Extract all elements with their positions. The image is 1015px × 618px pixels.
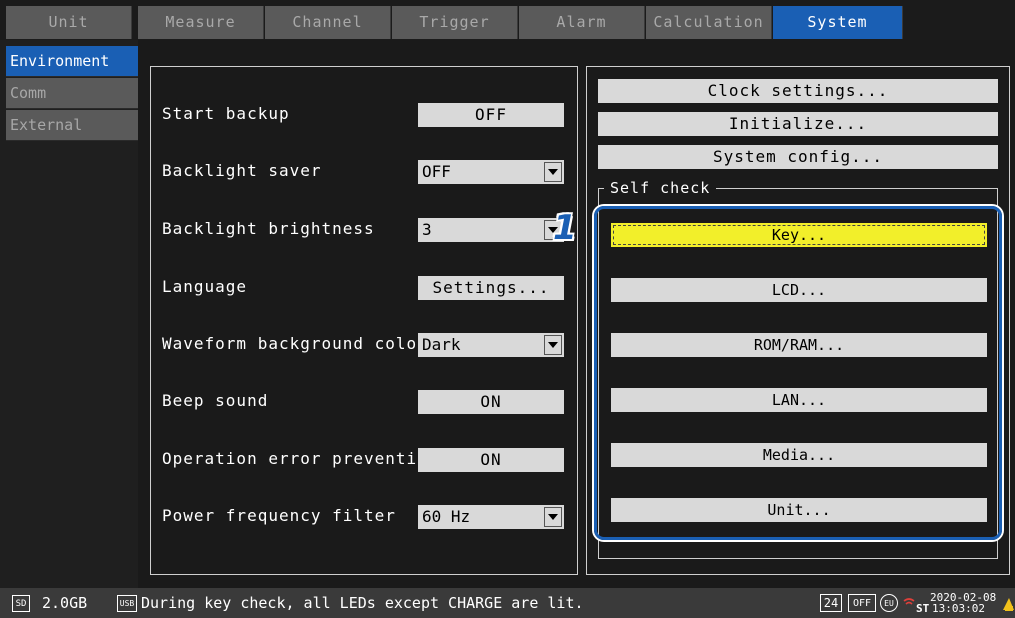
waveform-bg-label: Waveform background color	[162, 334, 428, 353]
operation-error-label: Operation error prevention	[162, 449, 439, 468]
tab-calculation[interactable]: Calculation	[646, 6, 772, 39]
power-filter-label: Power frequency filter	[162, 506, 396, 525]
battery-icon	[1001, 596, 1015, 612]
environment-settings-panel	[150, 66, 578, 575]
eu-badge-icon: EU	[880, 594, 898, 612]
self-check-lcd-button[interactable]: LCD...	[611, 278, 987, 302]
self-check-media-button[interactable]: Media...	[611, 443, 987, 467]
beep-sound-button[interactable]: ON	[418, 390, 564, 414]
system-config-button[interactable]: System config...	[598, 145, 998, 169]
self-check-unit-button[interactable]: Unit...	[611, 498, 987, 522]
status-message: During key check, all LEDs except CHARGE…	[141, 594, 584, 612]
operation-error-button[interactable]: ON	[418, 448, 564, 472]
clock-settings-button[interactable]: Clock settings...	[598, 79, 998, 103]
step-marker: 1	[553, 208, 577, 248]
tab-bar: Unit Measure Channel Trigger Alarm Calcu…	[0, 0, 1015, 40]
hours-badge-icon: 24	[820, 594, 842, 612]
sd-card-icon: SD	[12, 595, 30, 612]
tab-alarm[interactable]: Alarm	[519, 6, 645, 39]
tab-system[interactable]: System	[773, 6, 903, 39]
self-check-title: Self check	[604, 179, 717, 197]
status-time: 13:03:02	[932, 602, 985, 615]
time-prefix: ST	[916, 602, 930, 615]
backlight-saver-label: Backlight saver	[162, 161, 322, 180]
backlight-saver-value: OFF	[422, 162, 451, 181]
backlight-saver-select[interactable]: OFF	[418, 160, 564, 184]
dropdown-arrow-icon[interactable]	[544, 335, 562, 355]
self-check-key-button[interactable]: Key...	[611, 223, 987, 247]
network-icon	[903, 593, 915, 605]
initialize-button[interactable]: Initialize...	[598, 112, 998, 136]
waveform-bg-value: Dark	[422, 335, 461, 354]
start-backup-label: Start backup	[162, 104, 290, 123]
waveform-bg-select[interactable]: Dark	[418, 333, 564, 357]
dropdown-arrow-icon[interactable]	[544, 162, 562, 182]
dropdown-arrow-icon[interactable]	[544, 507, 562, 527]
power-filter-select[interactable]: 60 Hz	[418, 505, 564, 529]
beep-sound-label: Beep sound	[162, 391, 269, 410]
language-label: Language	[162, 277, 248, 296]
backlight-brightness-label: Backlight brightness	[162, 219, 375, 238]
backlight-brightness-value: 3	[422, 220, 432, 239]
self-check-romram-button[interactable]: ROM/RAM...	[611, 333, 987, 357]
menu-item-comm[interactable]: Comm	[6, 78, 138, 109]
power-filter-value: 60 Hz	[422, 507, 471, 526]
backlight-brightness-select[interactable]: 3	[418, 218, 564, 242]
status-bar: SD 2.0GB USB During key check, all LEDs …	[0, 588, 1015, 618]
menu-item-external[interactable]: External	[6, 110, 138, 141]
self-check-lan-button[interactable]: LAN...	[611, 388, 987, 412]
left-menu: Environment Comm External	[0, 40, 138, 588]
step-highlight-frame	[594, 206, 1002, 540]
tab-channel[interactable]: Channel	[265, 6, 391, 39]
start-backup-button[interactable]: OFF	[418, 103, 564, 127]
tab-unit[interactable]: Unit	[6, 6, 132, 39]
tab-trigger[interactable]: Trigger	[392, 6, 518, 39]
menu-item-environment[interactable]: Environment	[6, 46, 138, 77]
usb-icon: USB	[117, 595, 137, 612]
tab-measure[interactable]: Measure	[138, 6, 264, 39]
storage-capacity: 2.0GB	[42, 594, 88, 612]
off-badge-icon: OFF	[848, 594, 876, 612]
language-settings-button[interactable]: Settings...	[418, 276, 564, 300]
